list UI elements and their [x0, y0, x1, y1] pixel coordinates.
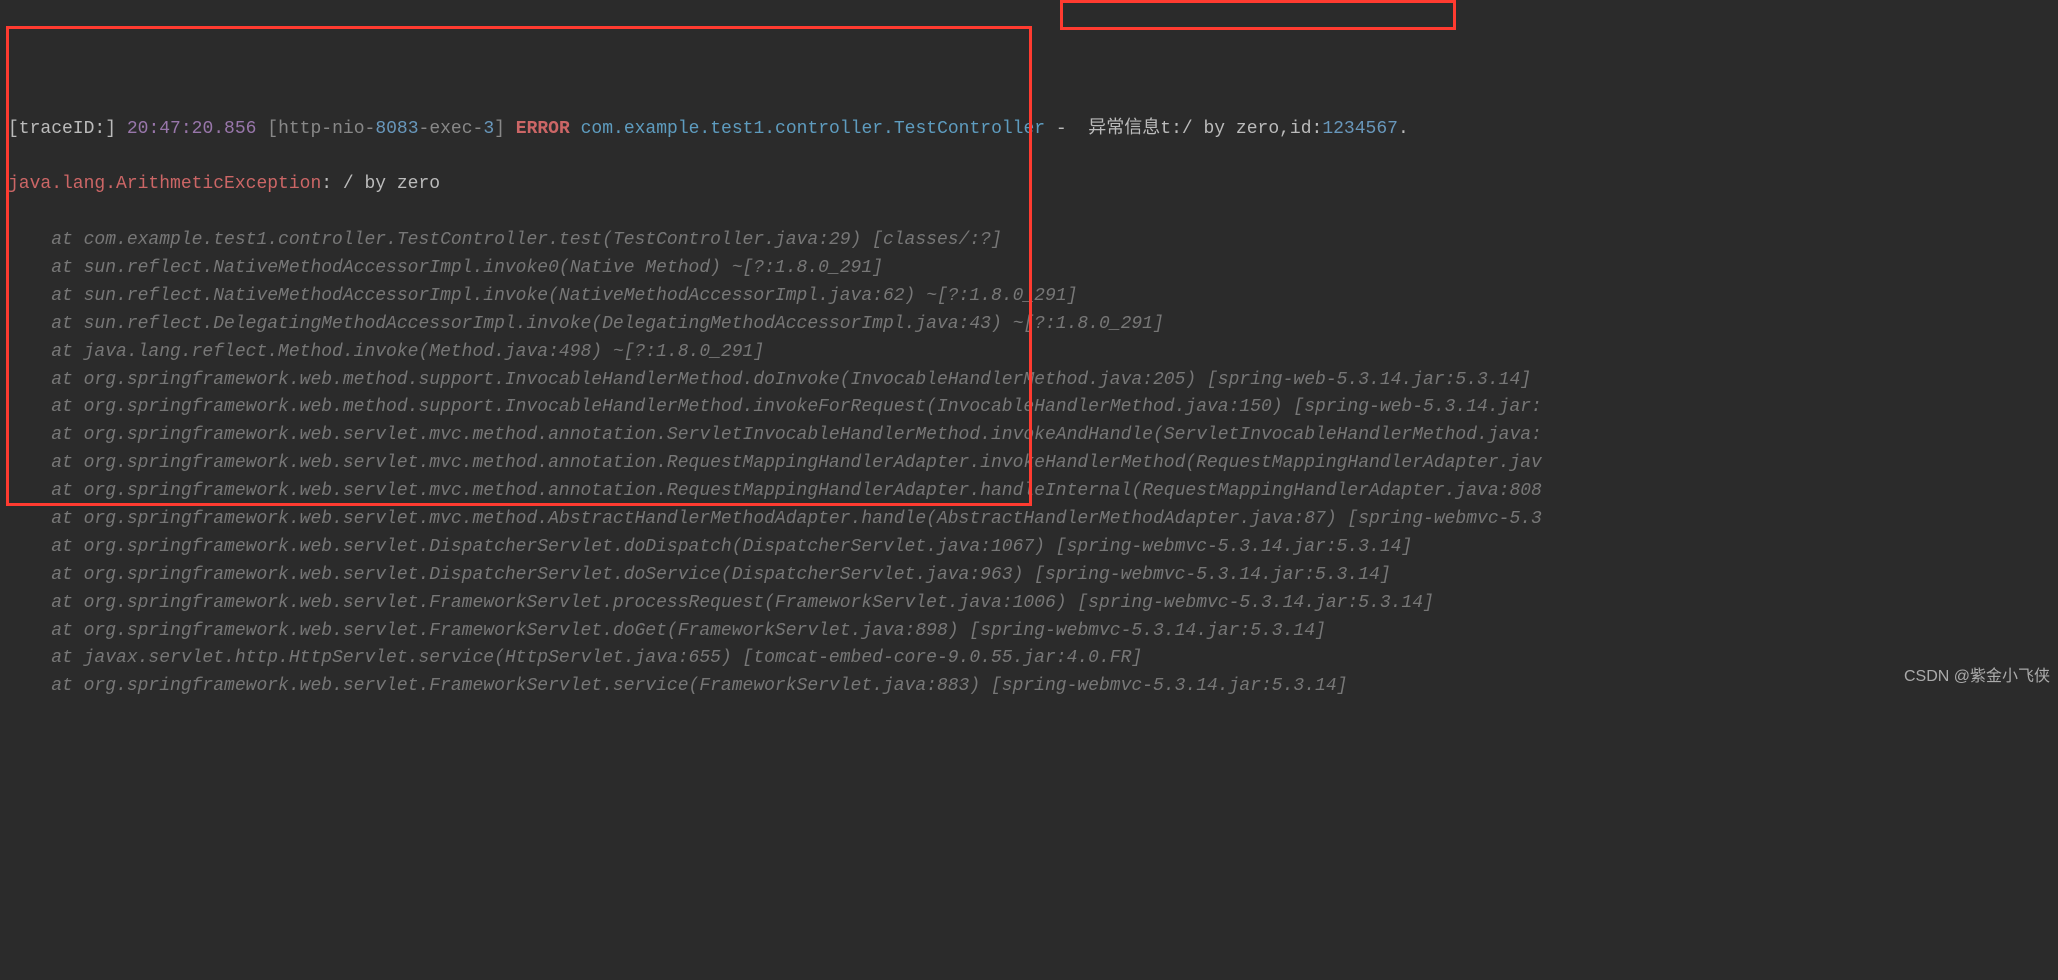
log-header-line: [traceID:] 20:47:20.856 [http-nio-8083-e… [8, 116, 2050, 144]
stack-frame: at org.springframework.web.servlet.Dispa… [8, 534, 2050, 562]
logger-name: com.example.test1.controller.TestControl… [581, 119, 1045, 139]
stack-frame: at org.springframework.web.servlet.Frame… [8, 590, 2050, 618]
stack-frame: at java.lang.reflect.Method.invoke(Metho… [8, 339, 2050, 367]
exception-class: java.lang.ArithmeticException [8, 174, 321, 194]
stack-frame: at javax.servlet.http.HttpServlet.servic… [8, 645, 2050, 673]
stack-frame: at org.springframework.web.servlet.Dispa… [8, 562, 2050, 590]
stack-frame: at sun.reflect.DelegatingMethodAccessorI… [8, 311, 2050, 339]
stack-frame: at sun.reflect.NativeMethodAccessorImpl.… [8, 283, 2050, 311]
stack-frame: at com.example.test1.controller.TestCont… [8, 227, 2050, 255]
error-message: 异常信息t:/ by zero,id: [1078, 119, 1323, 139]
stack-frame: at org.springframework.web.servlet.Frame… [8, 618, 2050, 646]
stack-frame: at org.springframework.web.servlet.mvc.m… [8, 422, 2050, 450]
stack-frame: at org.springframework.web.servlet.Frame… [8, 673, 2050, 701]
stack-frame: at org.springframework.web.servlet.mvc.m… [8, 478, 2050, 506]
trace-id-label: [traceID:] [8, 119, 116, 139]
stack-frame: at org.springframework.web.method.suppor… [8, 394, 2050, 422]
thread-info: [http-nio-8083-exec-3] [267, 119, 505, 139]
timestamp: 20:47:20.856 [127, 119, 257, 139]
stack-frame: at sun.reflect.NativeMethodAccessorImpl.… [8, 255, 2050, 283]
stack-frame: at org.springframework.web.method.suppor… [8, 367, 2050, 395]
highlight-box-message [1060, 0, 1456, 30]
exception-message: : / by zero [321, 174, 440, 194]
watermark: CSDN @紫金小飞侠 [1904, 665, 2050, 690]
exception-line: java.lang.ArithmeticException: / by zero [8, 171, 2050, 199]
stack-frame: at org.springframework.web.servlet.mvc.m… [8, 506, 2050, 534]
log-level-error: ERROR [516, 119, 570, 139]
error-id: 1234567 [1322, 119, 1398, 139]
stack-trace: at com.example.test1.controller.TestCont… [8, 227, 2050, 701]
stack-frame: at org.springframework.web.servlet.mvc.m… [8, 450, 2050, 478]
